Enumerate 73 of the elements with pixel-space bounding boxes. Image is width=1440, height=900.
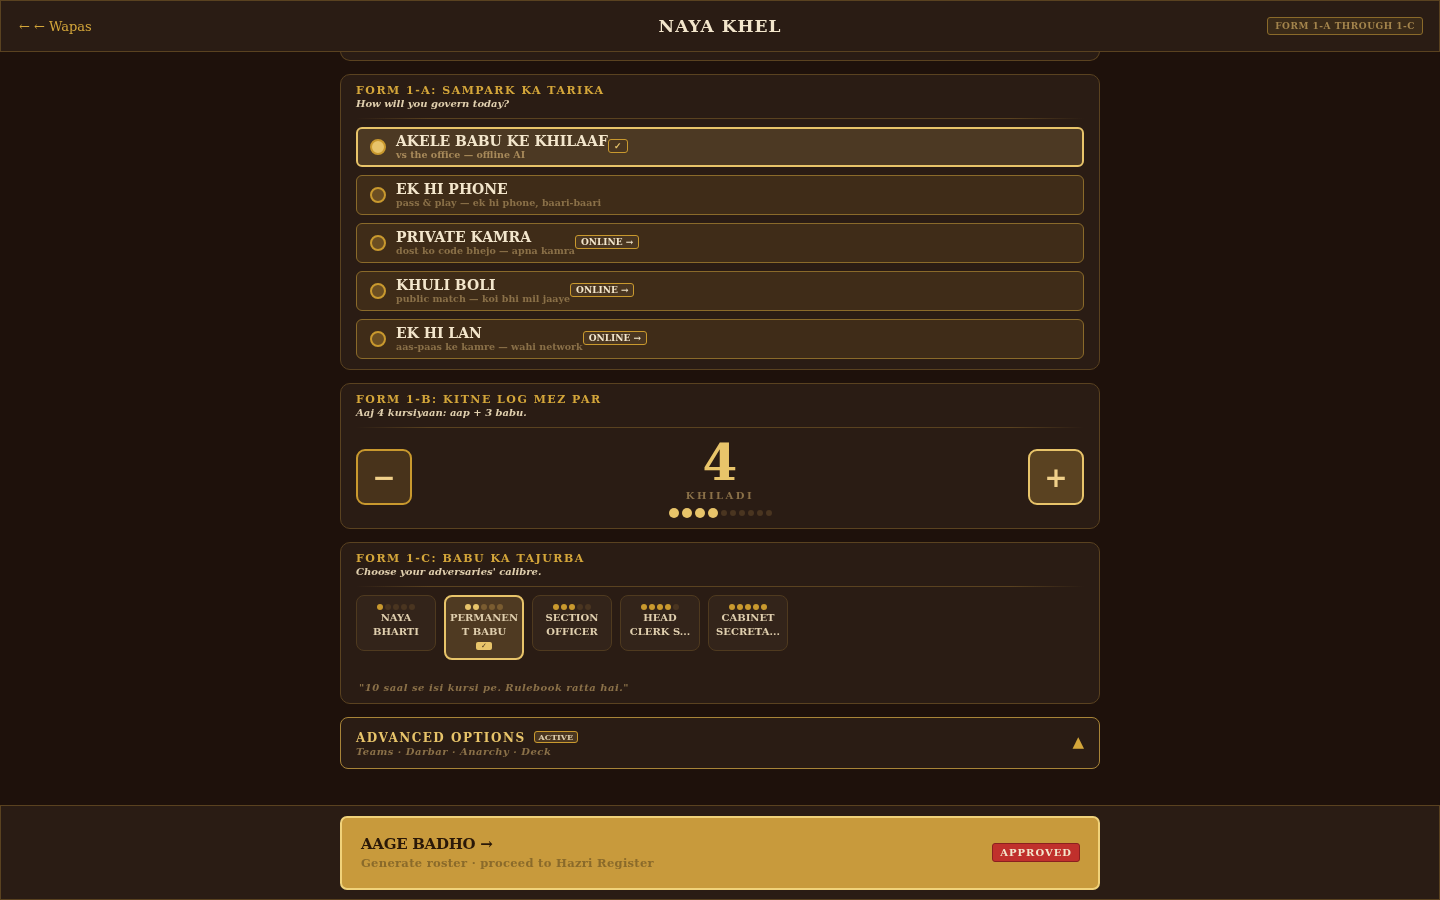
option-subtitle: aas-paas ke kamre — wahi network: [396, 341, 583, 352]
rating-dot-icon: [761, 604, 767, 610]
radio-icon: [370, 139, 386, 155]
option-subtitle: vs the office — offline AI: [396, 149, 527, 160]
radio-icon: [370, 187, 386, 203]
difficulty-label: PERMANENT BABU: [448, 611, 520, 639]
rating-dot-icon: [561, 604, 567, 610]
rating-dot-icon: [473, 604, 479, 610]
page-title: NAYA KHEL: [658, 16, 782, 36]
rating-dot-icon: [465, 604, 471, 610]
difficulty-option[interactable]: NAYA BHARTI: [356, 595, 436, 651]
form-subtitle: Aaj 4 kursiyaan: aap + 3 babu.: [356, 407, 528, 418]
option-badge: ONLINE →: [570, 283, 635, 297]
option-title: AKELE BABU KE KHILAAF: [396, 134, 608, 149]
form-title: FORM 1-C: BABU KA TAJURBA: [356, 552, 586, 565]
rating-dot-icon: [657, 604, 663, 610]
status-badge: APPROVED: [992, 843, 1080, 862]
advanced-title: ADVANCED OPTIONS: [356, 731, 526, 745]
advanced-subtitle: Teams · Darbar · Anarchy · Deck: [356, 746, 553, 757]
option-subtitle: public match — koi bhi mil jaaye: [396, 293, 571, 304]
proceed-button[interactable]: AAGE BADHO → Generate roster · proceed to Hazri Register APPROVED: [340, 815, 1100, 890]
form-subtitle: Choose your adversaries' calibre.: [356, 566, 543, 577]
difficulty-label: NAYA BHARTI: [372, 611, 420, 639]
difficulty-quote: "10 saal se isi kursi pe. Rulebook ratta hai.": [359, 682, 631, 693]
option-title: PRIVATE KAMRA: [396, 230, 533, 245]
option-badge: ONLINE →: [574, 235, 640, 249]
rating-dot-icon: [745, 604, 751, 610]
mode-option[interactable]: EK HI LAN aas-paas ke kamre — wahi network ONLINE →: [356, 319, 1084, 359]
difficulty-option[interactable]: HEAD CLERK S...: [620, 595, 700, 651]
rating-dot-icon: [497, 604, 503, 610]
radio-icon: [370, 283, 386, 299]
option-badge: ONLINE →: [582, 331, 648, 345]
mode-option[interactable]: KHULI BOLI public match — koi bhi mil jaaye ONLINE →: [356, 271, 1084, 311]
form-badge: FORM 1-A THROUGH 1-C: [1267, 17, 1423, 35]
option-title: EK HI LAN: [396, 326, 483, 341]
rating-dot-icon: [553, 604, 559, 610]
rating-dot-icon: [377, 604, 383, 610]
collapse-toggle[interactable]: ▲: [1072, 733, 1084, 751]
mode-option[interactable]: PRIVATE KAMRA dost ko code bhejo — apna kamra ONLINE →: [356, 223, 1084, 263]
difficulty-label: HEAD CLERK S...: [628, 611, 692, 639]
proceed-title: AAGE BADHO →: [361, 835, 494, 853]
option-subtitle: pass & play — ek hi phone, baari-baari: [396, 197, 601, 208]
mode-option[interactable]: AKELE BABU KE KHILAAF vs the office — offline AI ✓: [356, 127, 1084, 167]
increase-button[interactable]: +: [1028, 449, 1084, 505]
rating-dot-icon: [481, 604, 487, 610]
form-title: FORM 1-B: KITNE LOG MEZ PAR: [356, 393, 603, 406]
rating-dot-icon: [753, 604, 759, 610]
difficulty-label: SECTION OFFICER: [544, 611, 600, 639]
proceed-subtitle: Generate roster · proceed to Hazri Register: [361, 856, 654, 870]
form-subtitle: How will you govern today?: [356, 98, 511, 109]
rating-dot-icon: [489, 604, 495, 610]
back-link[interactable]: ← ← Wapas: [19, 18, 92, 34]
rating-dot-icon: [729, 604, 735, 610]
option-title: EK HI PHONE: [396, 182, 509, 197]
difficulty-label: CABINET SECRETA...: [715, 611, 781, 639]
difficulty-option[interactable]: CABINET SECRETA...: [708, 595, 788, 651]
radio-icon: [370, 331, 386, 347]
mode-option[interactable]: EK HI PHONE pass & play — ek hi phone, baari-baari: [356, 175, 1084, 215]
rating-dot-icon: [649, 604, 655, 610]
active-badge: ACTIVE: [533, 731, 579, 743]
decrease-button[interactable]: −: [356, 449, 412, 505]
rating-dot-icon: [737, 604, 743, 610]
rating-dot-icon: [569, 604, 575, 610]
form-title: FORM 1-A: SAMPARK KA TARIKA: [356, 84, 606, 97]
difficulty-option[interactable]: SECTION OFFICER: [532, 595, 612, 651]
option-badge: ✓: [607, 139, 628, 153]
player-count: 4: [702, 436, 738, 490]
option-subtitle: dost ko code bhejo — apna kamra: [396, 245, 575, 256]
option-title: KHULI BOLI: [396, 278, 497, 293]
rating-dot-icon: [641, 604, 647, 610]
radio-icon: [370, 235, 386, 251]
rating-dot-icon: [665, 604, 671, 610]
count-label: KHILADI: [685, 490, 755, 501]
